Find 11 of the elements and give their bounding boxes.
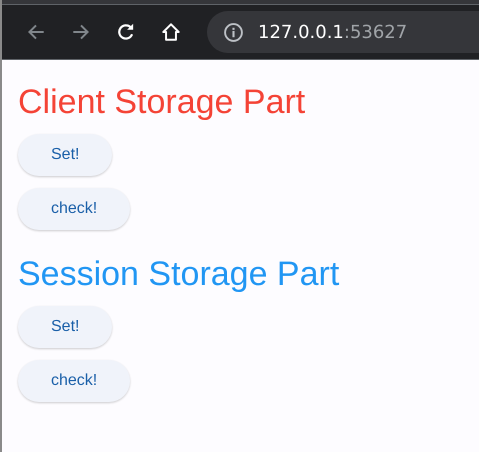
action-button[interactable]: check! — [18, 188, 130, 230]
url-port: :53627 — [344, 22, 408, 42]
home-icon[interactable] — [160, 21, 182, 43]
info-icon[interactable] — [223, 22, 244, 42]
action-button[interactable]: Set! — [18, 306, 112, 348]
section-heading: Session Storage Part — [18, 254, 340, 295]
url-host: 127.0.0.1 — [258, 22, 344, 42]
action-button[interactable]: Set! — [18, 134, 112, 176]
address-bar[interactable]: 127.0.0.1:53627 — [207, 11, 479, 53]
section-heading: Client Storage Part — [18, 82, 306, 123]
action-button[interactable]: check! — [18, 360, 130, 402]
